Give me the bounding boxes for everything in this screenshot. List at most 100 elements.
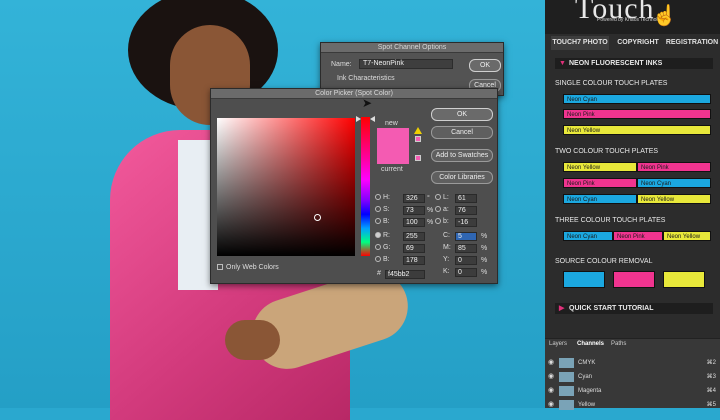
arrow-cursor-icon: ➤ — [362, 96, 373, 110]
hue-radio[interactable] — [375, 194, 381, 201]
single-neon-pink-button[interactable]: Neon Pink — [563, 109, 711, 119]
brightness-input[interactable]: 100 — [403, 218, 425, 227]
channel-row[interactable]: ◉ Cyan ⌘3 — [545, 371, 720, 383]
single-neon-cyan-button[interactable]: Neon Cyan — [563, 94, 711, 104]
name-input[interactable]: T7-NeonPink — [359, 59, 453, 69]
hue-input[interactable]: 326 — [403, 194, 425, 203]
tab-layers[interactable]: Layers — [549, 341, 567, 347]
saturation-radio[interactable] — [375, 206, 381, 213]
channel-row[interactable]: ◉ Magenta ⌘4 — [545, 385, 720, 397]
lab-a-input[interactable]: 76 — [455, 206, 477, 215]
channel-row[interactable]: ◉ CMYK ⌘2 — [545, 357, 720, 369]
green-label: G: — [383, 244, 391, 251]
neon-inks-title: NEON FLUORESCENT INKS — [569, 60, 663, 67]
two-yellow-part[interactable]: Neon Yellow — [637, 194, 711, 204]
hue-slider[interactable] — [361, 117, 370, 256]
magenta-input[interactable]: 85 — [455, 244, 477, 253]
removal-yellow-button[interactable] — [663, 271, 705, 288]
saturation-input[interactable]: 73 — [403, 206, 425, 215]
quick-start-title: QUICK START TUTORIAL — [569, 305, 654, 312]
red-radio[interactable] — [375, 232, 381, 239]
lab-b-label: b: — [443, 218, 449, 225]
three-cyan-part[interactable]: Neon Cyan — [563, 231, 613, 241]
two-cyan-part[interactable]: Neon Cyan — [637, 178, 711, 188]
ok-button[interactable]: OK — [469, 59, 501, 72]
yellow-input[interactable]: 0 — [455, 256, 477, 265]
magenta-label: M: — [443, 244, 451, 251]
tab-paths[interactable]: Paths — [611, 341, 626, 347]
cancel-button[interactable]: Cancel — [431, 126, 493, 139]
expand-arrow-icon: ▼ — [559, 60, 566, 67]
current-color-swatch[interactable] — [377, 146, 409, 164]
three-pink-part[interactable]: Neon Pink — [613, 231, 663, 241]
new-label: new — [385, 120, 398, 127]
visibility-eye-icon[interactable]: ◉ — [548, 399, 554, 411]
channel-thumbnail — [559, 400, 574, 410]
black-value-row: K: 0 % — [443, 268, 493, 278]
removal-pink-button[interactable] — [613, 271, 655, 288]
brightness-value-row: B: 100 % — [375, 218, 433, 228]
channel-row[interactable]: ◉ Yellow ⌘5 — [545, 399, 720, 411]
hex-label: # — [377, 270, 381, 277]
ok-button[interactable]: OK — [431, 108, 493, 121]
hex-input[interactable]: f45bb2 — [385, 270, 425, 279]
only-web-colors-checkbox[interactable]: Only Web Colors — [217, 264, 279, 271]
two-pink-part[interactable]: Neon Pink — [637, 162, 711, 172]
channel-name: Cyan — [578, 374, 593, 380]
cyan-input[interactable]: 5 — [455, 232, 477, 241]
black-input[interactable]: 0 — [455, 268, 477, 277]
out-of-gamut-warning-icon[interactable] — [414, 127, 422, 134]
hue-unit: ° — [427, 195, 430, 202]
lab-a-row: a: 76 — [435, 206, 491, 216]
lab-l-input[interactable]: 61 — [455, 194, 477, 203]
lab-b-radio[interactable] — [435, 218, 441, 225]
quick-start-header[interactable]: ▶ QUICK START TUTORIAL — [555, 303, 713, 314]
current-label: current — [381, 166, 403, 173]
channels-panel: Layers Channels Paths ◉ CMYK ⌘2 ◉ Cyan ⌘… — [545, 338, 720, 411]
color-cursor[interactable] — [314, 214, 321, 221]
color-libraries-button[interactable]: Color Libraries — [431, 171, 493, 184]
two-yellow-part[interactable]: Neon Yellow — [563, 162, 637, 172]
saturation-brightness-field[interactable] — [217, 118, 355, 256]
saturation-value-row: S: 73 % — [375, 206, 433, 216]
brightness-radio[interactable] — [375, 218, 381, 225]
tab-touch7-photo[interactable]: TOUCH7 PHOTO — [551, 36, 609, 50]
web-safe-swatch-icon[interactable] — [415, 155, 421, 161]
lab-a-radio[interactable] — [435, 206, 441, 213]
channel-shortcut: ⌘3 — [706, 374, 716, 380]
single-neon-yellow-button[interactable]: Neon Yellow — [563, 125, 711, 135]
blue-input[interactable]: 178 — [403, 256, 425, 265]
blue-radio[interactable] — [375, 256, 381, 263]
red-input[interactable]: 255 — [403, 232, 425, 241]
lab-l-radio[interactable] — [435, 194, 441, 201]
new-color-swatch — [377, 128, 409, 146]
expand-arrow-icon: ▶ — [559, 305, 565, 312]
neon-inks-header[interactable]: ▼ NEON FLUORESCENT INKS — [555, 58, 713, 69]
two-pink-part[interactable]: Neon Pink — [563, 178, 637, 188]
green-radio[interactable] — [375, 244, 381, 251]
lab-b-row: b: -16 — [435, 218, 491, 228]
visibility-eye-icon[interactable]: ◉ — [548, 385, 554, 397]
two-cyan-part[interactable]: Neon Cyan — [563, 194, 637, 204]
dialog-title: Spot Channel Options — [321, 43, 503, 53]
channel-thumbnail — [559, 372, 574, 382]
visibility-eye-icon[interactable]: ◉ — [548, 371, 554, 383]
removal-cyan-button[interactable] — [563, 271, 605, 288]
visibility-eye-icon[interactable]: ◉ — [548, 357, 554, 369]
green-input[interactable]: 69 — [403, 244, 425, 253]
panel-tabs: TOUCH7 PHOTO COPYRIGHT REGISTRATION — [545, 36, 720, 50]
checkbox-box[interactable] — [217, 264, 223, 271]
tab-registration[interactable]: REGISTRATION — [665, 36, 719, 50]
tab-copyright[interactable]: COPYRIGHT — [613, 36, 663, 50]
add-to-swatches-button[interactable]: Add to Swatches — [431, 149, 493, 162]
lab-b-input[interactable]: -16 — [455, 218, 477, 227]
three-yellow-part[interactable]: Neon Yellow — [663, 231, 711, 241]
hue-slider-handle-right[interactable] — [370, 116, 375, 122]
hue-slider-handle-left[interactable] — [356, 116, 361, 122]
channel-shortcut: ⌘4 — [706, 388, 716, 394]
tab-channels[interactable]: Channels — [577, 341, 604, 347]
channel-name: Magenta — [578, 388, 602, 394]
hex-row: # f45bb2 — [377, 270, 437, 280]
person-hand — [225, 320, 280, 360]
gamut-swatch-icon[interactable] — [415, 136, 421, 142]
